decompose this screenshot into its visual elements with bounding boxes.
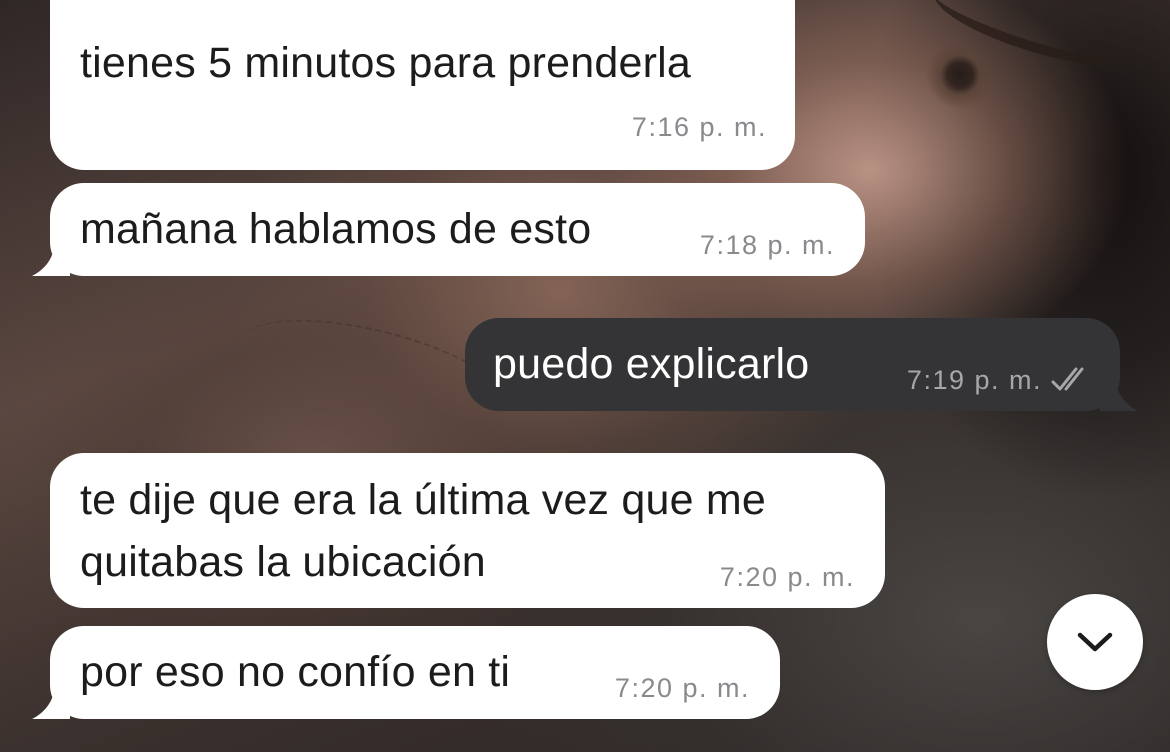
- message-text: puedo explicarlo: [493, 340, 810, 388]
- message-bubble[interactable]: te dije que era la última vez que me qui…: [50, 453, 885, 608]
- double-check-icon: [1051, 367, 1084, 391]
- message-text: mañana hablamos de esto: [80, 205, 592, 253]
- message-bubble[interactable]: tienes 5 minutos para prenderla 7:16 p. …: [50, 0, 795, 170]
- message-bubble[interactable]: por eso no confío en ti 7:20 p. m.: [50, 626, 780, 719]
- message-text: tienes 5 minutos para prenderla: [80, 39, 691, 87]
- bubble-tail: [32, 691, 70, 719]
- scroll-to-bottom-button[interactable]: [1047, 594, 1143, 690]
- message-text: te dije que era la última vez que me qui…: [80, 476, 767, 586]
- message-timestamp: 7:20 p. m.: [719, 562, 855, 592]
- message-timestamp: 7:18 p. m.: [699, 230, 835, 260]
- message-text: por eso no confío en ti: [80, 648, 511, 696]
- message-bubble-outgoing[interactable]: puedo explicarlo 7:19 p. m.: [465, 318, 1120, 411]
- chat-view: tienes 5 minutos para prenderla 7:16 p. …: [0, 0, 1170, 752]
- bubble-tail: [32, 248, 70, 276]
- chevron-down-icon: [1077, 632, 1113, 652]
- bubble-tail: [1100, 383, 1138, 411]
- message-timestamp: 7:20 p. m.: [614, 673, 750, 703]
- message-bubble[interactable]: mañana hablamos de esto 7:18 p. m.: [50, 183, 865, 276]
- message-timestamp: 7:16 p. m.: [631, 112, 767, 142]
- message-timestamp: 7:19 p. m.: [906, 365, 1042, 395]
